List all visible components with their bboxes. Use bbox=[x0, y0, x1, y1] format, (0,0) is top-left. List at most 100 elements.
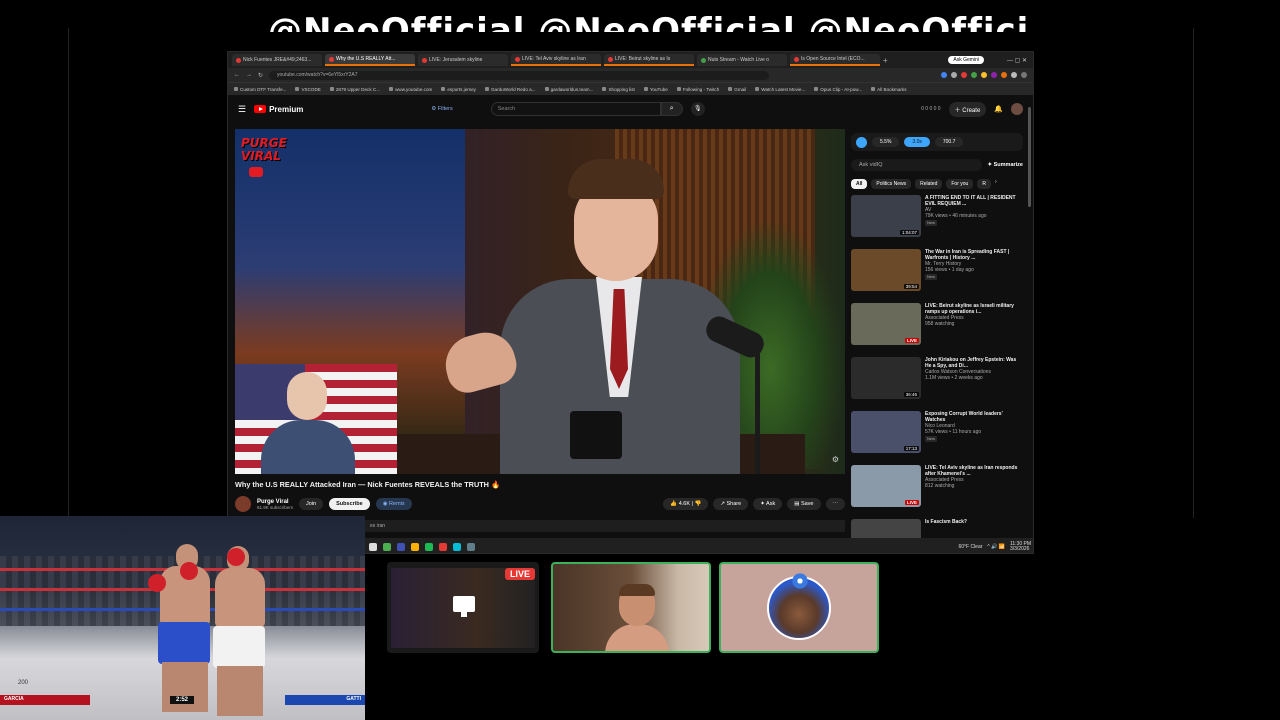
bookmark-item[interactable]: GarduWorld Redo a... bbox=[485, 87, 536, 92]
extension-icon[interactable] bbox=[981, 72, 987, 78]
recommended-video[interactable]: 1:04:07 A FITTING END TO IT ALL | RESIDEN… bbox=[851, 195, 1023, 245]
back-icon[interactable]: ← bbox=[234, 72, 240, 78]
chrome-taskbar-icon[interactable] bbox=[383, 542, 391, 551]
filter-chip[interactable]: Politics News bbox=[871, 179, 912, 189]
bookmark-item[interactable]: Opus Clip - AI-pow... bbox=[814, 87, 862, 92]
account-avatar[interactable] bbox=[1011, 103, 1023, 115]
bookmark-item[interactable]: Watch Latest Movie... bbox=[755, 87, 805, 92]
channel-avatar[interactable] bbox=[235, 496, 251, 512]
browser-tab[interactable]: LIVE: Tel Aviv skyline as Iran bbox=[511, 54, 601, 66]
bookmark-item[interactable]: Shopping list bbox=[602, 87, 634, 92]
extension-icon[interactable] bbox=[941, 72, 947, 78]
settings-icon[interactable]: ⚙ bbox=[832, 455, 839, 464]
bookmark-item[interactable]: www.youtube.com bbox=[389, 87, 432, 92]
filter-chip[interactable]: For you bbox=[946, 179, 974, 189]
menu-icon[interactable]: ☰ bbox=[238, 104, 246, 115]
duration-badge: 17:13 bbox=[903, 446, 919, 451]
browser-tab[interactable]: LIVE: Jerusalem skyline bbox=[418, 54, 508, 66]
extension-icon[interactable] bbox=[961, 72, 967, 78]
url-field[interactable]: youtube.com/watch?v=6eYl5xrY2A7 bbox=[269, 70, 770, 80]
scrollbar[interactable] bbox=[1028, 107, 1031, 207]
divider bbox=[1193, 28, 1194, 518]
video-title[interactable]: Exposing Corrupt World leaders' Watches bbox=[925, 411, 1023, 423]
recommended-video[interactable]: 39:54 The War in Iran is Spreading FAST |… bbox=[851, 249, 1023, 299]
browser-tab[interactable]: Is Open Source Intel (ECO... bbox=[790, 54, 880, 66]
bookmark-item[interactable]: VSCODE bbox=[295, 87, 320, 92]
recommended-video[interactable]: 17:13 Exposing Corrupt World leaders' Wat… bbox=[851, 411, 1023, 461]
ask-gemini-button[interactable]: Ask Gemini bbox=[948, 56, 984, 64]
ask-vidiq-input[interactable]: Ask vidIQ bbox=[851, 159, 982, 171]
browser-tab[interactable]: Why the U.S REALLY Att... bbox=[325, 54, 415, 66]
video-title[interactable]: Is Fascism Back? bbox=[925, 519, 1023, 525]
recommended-video[interactable]: 36:46 John Kiriakou on Jeffrey Epstein: W… bbox=[851, 357, 1023, 407]
new-tab-icon[interactable]: + bbox=[883, 56, 888, 65]
weather-widget[interactable]: 60°F Clear bbox=[958, 544, 982, 550]
bookmark-item[interactable]: All Bookmarks bbox=[871, 87, 906, 92]
bookmark-item[interactable]: 2879 Upper Deck C... bbox=[330, 87, 380, 92]
file-explorer-icon[interactable] bbox=[411, 542, 419, 551]
microphone-icon[interactable]: 🎙 bbox=[690, 102, 705, 116]
subscribe-button[interactable]: Subscribe bbox=[329, 498, 370, 510]
extension-icon[interactable] bbox=[1001, 72, 1007, 78]
search-icon[interactable]: ⌕ bbox=[660, 102, 683, 116]
browser-tab[interactable]: LIVE: Beirut skyline as Is bbox=[604, 54, 694, 66]
filter-chip[interactable]: R bbox=[977, 179, 991, 189]
extension-icon[interactable] bbox=[971, 72, 977, 78]
search-input[interactable]: Search bbox=[490, 102, 661, 116]
filter-chip[interactable]: Related bbox=[915, 179, 943, 189]
app-taskbar-icon[interactable] bbox=[453, 542, 461, 551]
browser-tab[interactable]: Nuts Stream - Watch Live o bbox=[697, 54, 787, 66]
like-button[interactable]: 👍 4.6K | 👎 bbox=[663, 498, 709, 510]
browser-tab[interactable]: Nick Fuentes JRE&#49;2463... bbox=[232, 54, 322, 66]
video-thumbnail[interactable]: LIVE bbox=[851, 303, 921, 345]
bookmark-item[interactable]: Gmail bbox=[728, 87, 746, 92]
video-title[interactable]: LIVE: Beirut skyline as Israeli military… bbox=[925, 303, 1023, 315]
forward-icon[interactable]: → bbox=[246, 72, 252, 78]
more-icon[interactable]: ⋯ bbox=[825, 498, 845, 510]
reload-icon[interactable]: ↻ bbox=[258, 72, 263, 79]
menu-icon[interactable] bbox=[1021, 72, 1027, 78]
save-button[interactable]: ▤ Save bbox=[787, 498, 821, 510]
video-title[interactable]: John Kiriakou on Jeffrey Epstein: Was He… bbox=[925, 357, 1023, 369]
video-title[interactable]: The War in Iran is Spreading FAST | Warf… bbox=[925, 249, 1023, 261]
tray-icons[interactable]: ^ 🔊 📶 bbox=[987, 544, 1005, 550]
share-button[interactable]: ↗ Share bbox=[713, 498, 749, 510]
video-title[interactable]: LIVE: Tel Aviv skyline as Iran responds … bbox=[925, 465, 1023, 477]
extension-icon[interactable] bbox=[1011, 72, 1017, 78]
filter-chip[interactable]: All bbox=[851, 179, 868, 189]
extension-icon[interactable] bbox=[951, 72, 957, 78]
join-button[interactable]: Join bbox=[299, 498, 324, 510]
youtube-logo[interactable]: Premium bbox=[254, 105, 303, 114]
tab-label: Is Open Source Intel (ECO... bbox=[801, 56, 865, 62]
window-controls-icon[interactable]: — ▢ ✕ bbox=[1007, 57, 1027, 64]
video-thumbnail[interactable]: LIVE bbox=[851, 465, 921, 507]
extension-icon[interactable] bbox=[991, 72, 997, 78]
clock[interactable]: 11:30 PM 3/3/2026 bbox=[1010, 541, 1031, 552]
bookmark-item[interactable]: esports jersey bbox=[441, 87, 476, 92]
recommended-video[interactable]: LIVE LIVE: Beirut skyline as Israeli mili… bbox=[851, 303, 1023, 353]
summarize-button[interactable]: ✦ Summarize bbox=[988, 162, 1024, 168]
video-thumbnail[interactable]: 1:04:07 bbox=[851, 195, 921, 237]
bookmark-item[interactable]: Following - Twitch bbox=[677, 87, 719, 92]
app-taskbar-icon[interactable] bbox=[439, 542, 447, 551]
chevron-right-icon[interactable]: › bbox=[995, 179, 997, 189]
bookmark-item[interactable]: YouTube bbox=[644, 87, 668, 92]
recommended-video[interactable]: LIVE LIVE: Tel Aviv skyline as Iran respo… bbox=[851, 465, 1023, 515]
remix-button[interactable]: ◉ Remix bbox=[375, 498, 412, 510]
video-title[interactable]: A FITTING END TO IT ALL | RESIDENT EVIL … bbox=[925, 195, 1023, 207]
bookmark-item[interactable]: gardaworldus.team... bbox=[545, 87, 594, 92]
filters-button[interactable]: ⚙ Filters bbox=[431, 106, 452, 112]
bookmark-item[interactable]: Custom DTF Transfe... bbox=[234, 87, 286, 92]
task-view-icon[interactable] bbox=[369, 542, 377, 551]
notifications-bell-icon[interactable]: 🔔 bbox=[994, 105, 1003, 113]
studio-microphone bbox=[702, 312, 785, 474]
ask-button[interactable]: ✦ Ask bbox=[753, 498, 783, 510]
app-taskbar-icon[interactable] bbox=[467, 542, 475, 551]
spotify-taskbar-icon[interactable] bbox=[425, 542, 433, 551]
create-button[interactable]: ＋ Create bbox=[948, 101, 987, 117]
video-thumbnail[interactable]: 36:46 bbox=[851, 357, 921, 399]
video-thumbnail[interactable]: 17:13 bbox=[851, 411, 921, 453]
video-player[interactable]: PURGE VIRAL ⚙ bbox=[235, 129, 845, 474]
video-thumbnail[interactable]: 39:54 bbox=[851, 249, 921, 291]
discord-taskbar-icon[interactable] bbox=[397, 542, 405, 551]
